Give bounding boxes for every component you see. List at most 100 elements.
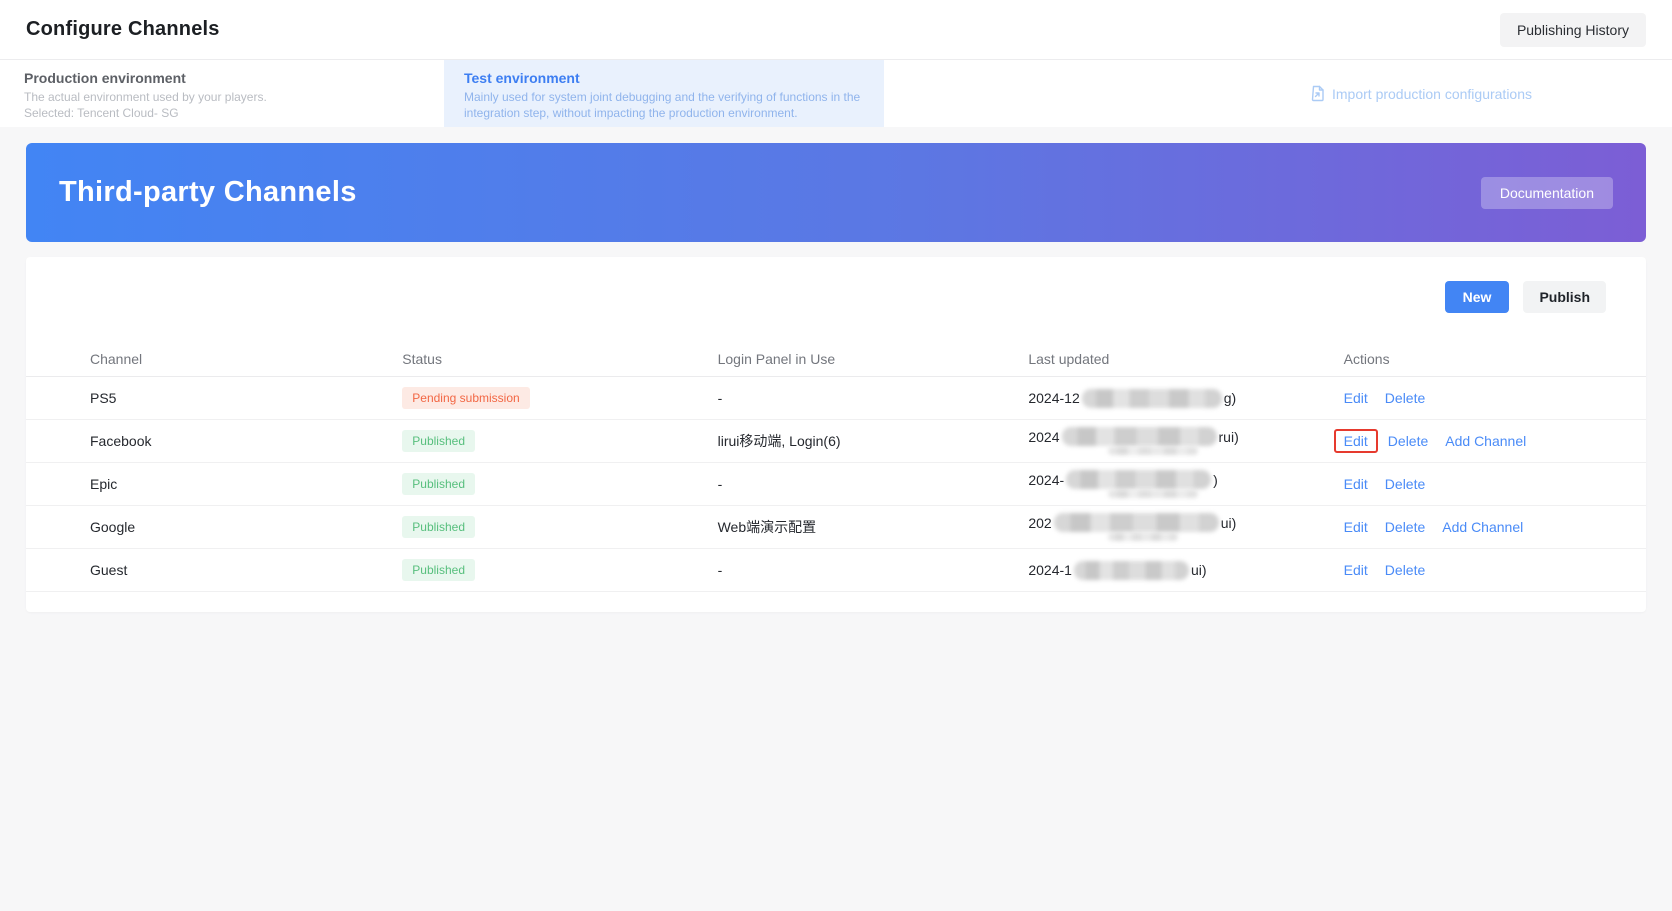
date-suffix: g) [1223, 390, 1237, 406]
date-line: 202 ui) [1028, 513, 1343, 532]
table-row: Epic Published -2024-) Edit Delete [26, 463, 1646, 506]
redacted-blur [1053, 513, 1219, 532]
redacted-blur [1073, 560, 1189, 580]
date-prefix: 2024- [1028, 471, 1065, 488]
date-suffix: ui) [1190, 562, 1207, 578]
table-row: Google Published Web端演示配置 202 ui) Edit Delete A… [26, 506, 1646, 549]
redacted-blur-wrap [1108, 447, 1199, 455]
delete-link[interactable]: Delete [1385, 562, 1425, 578]
last-updated-cell: 2024-) [1028, 470, 1343, 498]
actions-cell: Edit Delete [1344, 562, 1606, 578]
date-line: 2024-1 ui) [1028, 560, 1343, 580]
date-suffix: ui) [1220, 514, 1237, 531]
channel-name: Guest [90, 562, 128, 578]
login-panel-cell: - [717, 476, 723, 492]
date-prefix: 2024-1 [1028, 562, 1072, 578]
table-body: PS5 Pending submission - 2024-12 g) Edit Delet… [26, 377, 1646, 592]
edit-link[interactable]: Edit [1344, 519, 1368, 535]
channel-name: Facebook [90, 433, 152, 449]
banner-title: Third-party Channels [59, 176, 357, 208]
edit-link[interactable]: Edit [1344, 390, 1368, 406]
status-badge: Published [402, 430, 475, 452]
last-updated-cell: 2024-12 g) [1028, 388, 1343, 408]
delete-link[interactable]: Delete [1385, 390, 1425, 406]
status-badge: Pending submission [402, 387, 530, 409]
status-badge: Published [402, 516, 475, 538]
actions-cell: Edit Delete [1344, 476, 1606, 492]
date-suffix: rui) [1218, 428, 1239, 445]
production-environment-selected: Selected: Tencent Cloud- SG [24, 106, 179, 120]
channel-name: PS5 [90, 390, 117, 406]
tab-test-environment[interactable]: Test environment Mainly used for system … [444, 60, 884, 127]
page-title: Configure Channels [26, 18, 220, 40]
redacted-blur [1061, 427, 1217, 446]
date-line: 2024 rui) [1028, 427, 1343, 446]
test-environment-title: Test environment [464, 70, 580, 86]
publish-button[interactable]: Publish [1523, 281, 1606, 313]
edit-link[interactable]: Edit [1344, 476, 1368, 492]
login-panel-cell: - [717, 390, 723, 406]
redacted-blur [1066, 470, 1212, 489]
actions-cell: Edit Delete Add Channel [1333, 429, 1606, 453]
login-panel-cell: lirui移动端, Login(6) [717, 433, 841, 449]
column-header-status: Status [402, 350, 442, 367]
env-bar-spacer [884, 60, 1310, 127]
add-channel-link[interactable]: Add Channel [1442, 519, 1523, 535]
login-panel-cell: Web端演示配置 [717, 519, 817, 535]
table-row: PS5 Pending submission - 2024-12 g) Edit Delet… [26, 377, 1646, 420]
new-button[interactable]: New [1444, 281, 1510, 313]
add-channel-link[interactable]: Add Channel [1445, 433, 1526, 449]
table-row: Guest Published - 2024-1 ui) Edit Delete [26, 549, 1646, 592]
environment-switcher: Production environment The actual enviro… [0, 60, 1672, 127]
edit-link[interactable]: Edit [1344, 562, 1368, 578]
status-cell: Published [402, 473, 717, 495]
delete-link[interactable]: Delete [1388, 433, 1428, 449]
delete-link[interactable]: Delete [1385, 519, 1425, 535]
publishing-history-button[interactable]: Publishing History [1499, 12, 1646, 47]
column-header-last-updated: Last updated [1028, 350, 1110, 367]
third-party-channels-banner: Third-party Channels Documentation [26, 143, 1646, 242]
production-environment-desc-1: The actual environment used by your play… [24, 90, 267, 104]
redacted-blur-wrap [1108, 533, 1179, 541]
date-suffix: ) [1213, 471, 1218, 488]
status-cell: Published [402, 559, 717, 581]
column-header-login-panel: Login Panel in Use [717, 350, 836, 367]
delete-link[interactable]: Delete [1385, 476, 1425, 492]
date-prefix: 202 [1028, 514, 1052, 531]
status-cell: Published [402, 516, 717, 538]
test-environment-desc-2: integration step, without impacting the … [464, 106, 798, 120]
topbar: Configure Channels Publishing History [0, 0, 1672, 60]
status-cell: Published [402, 430, 717, 452]
edit-link[interactable]: Edit [1344, 433, 1368, 449]
main-content: Third-party Channels Documentation New P… [0, 127, 1672, 612]
card-action-buttons: New Publish [26, 281, 1646, 313]
table-row: Facebook Published lirui移动端, Login(6) 2024 r… [26, 420, 1646, 463]
import-production-configurations-link[interactable]: Import production configurations [1310, 85, 1532, 102]
status-cell: Pending submission [402, 387, 717, 409]
actions-cell: Edit Delete [1344, 390, 1606, 406]
status-badge: Published [402, 559, 475, 581]
last-updated-cell: 2024 rui) [1028, 427, 1343, 455]
test-environment-desc-1: Mainly used for system joint debugging a… [464, 90, 861, 104]
tab-production-environment[interactable]: Production environment The actual enviro… [0, 60, 444, 127]
date-line: 2024-) [1028, 470, 1343, 489]
date-line: 2024-12 g) [1028, 388, 1343, 408]
date-prefix: 2024-12 [1028, 390, 1080, 406]
highlight-box: Edit [1333, 429, 1378, 453]
production-environment-title: Production environment [24, 70, 186, 86]
last-updated-cell: 2024-1 ui) [1028, 560, 1343, 580]
channel-name: Google [90, 519, 136, 535]
date-prefix: 2024 [1028, 428, 1060, 445]
redacted-blur-wrap [1108, 490, 1199, 498]
last-updated-cell: 202 ui) [1028, 513, 1343, 541]
status-badge: Published [402, 473, 475, 495]
redacted-blur [1081, 388, 1222, 408]
actions-cell: Edit Delete Add Channel [1344, 519, 1606, 535]
documentation-button[interactable]: Documentation [1480, 176, 1613, 209]
table-header-row: Channel Status Login Panel in Use Last u… [26, 341, 1646, 377]
column-header-channel: Channel [90, 350, 143, 367]
channels-card: New Publish Channel Status Login Panel i… [26, 257, 1646, 612]
login-panel-cell: - [717, 562, 723, 578]
column-header-actions: Actions [1343, 350, 1390, 367]
channel-name: Epic [90, 476, 118, 492]
